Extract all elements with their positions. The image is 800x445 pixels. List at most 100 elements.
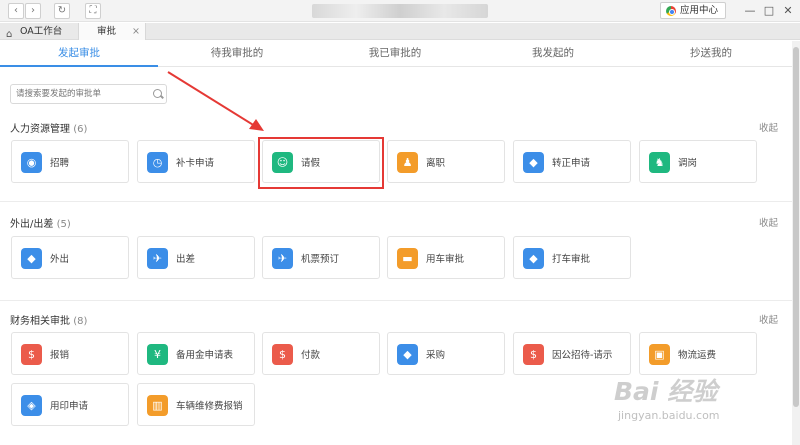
maximize-icon: □ (763, 4, 775, 17)
money-bag-icon: $ (523, 344, 544, 365)
approval-card-label: 离职 (426, 158, 446, 169)
tab-approved-by-me[interactable]: 我已审批的 (316, 41, 474, 67)
approval-card[interactable]: ♞ 调岗 (639, 140, 757, 183)
ticket-icon: ◆ (397, 344, 418, 365)
approval-card-label: 招聘 (50, 158, 70, 169)
approval-card-label: 调岗 (678, 158, 698, 169)
app-center-button[interactable]: 应用中心 (660, 2, 726, 19)
collapse-travel[interactable]: 收起 (759, 215, 778, 229)
approval-card[interactable]: ◷ 补卡申请 (137, 140, 255, 183)
dollar-hand-icon: ¥ (147, 344, 168, 365)
tab-cc-to-me[interactable]: 抄送我的 (632, 41, 790, 67)
blurred-title (312, 4, 488, 18)
fullscreen-button[interactable]: ⛶ (85, 3, 101, 19)
approval-card-label: 用车审批 (426, 254, 465, 265)
approval-card-label: 转正申请 (552, 158, 591, 169)
clock-icon: ◷ (147, 152, 168, 173)
back-button[interactable]: ‹ (8, 3, 24, 19)
section-title-finance: 财务相关审批 (8) (10, 316, 88, 327)
tab-pending-my-approval[interactable]: 待我审批的 (158, 41, 316, 67)
divider (0, 300, 792, 301)
approval-card-label: 机票预订 (301, 254, 340, 265)
forward-button[interactable]: › (25, 3, 41, 19)
baidu-watermark-url: jingyan.baidu.com (618, 409, 720, 422)
approval-card[interactable]: ✈ 出差 (137, 236, 255, 279)
collapse-hr[interactable]: 收起 (759, 120, 778, 134)
divider (0, 201, 792, 202)
approval-card-label: 外出 (50, 254, 70, 265)
back-icon: ‹ (14, 5, 18, 16)
approval-card-label: 用印申请 (50, 401, 89, 412)
approval-card[interactable]: $ 付款 (262, 332, 380, 375)
approval-card[interactable]: ◆ 采购 (387, 332, 505, 375)
approval-card[interactable]: ✈ 机票预订 (262, 236, 380, 279)
tab-label: 审批 (97, 26, 117, 37)
approval-card-label: 车辆维修费报销 (176, 401, 243, 412)
highlight-box (258, 137, 384, 189)
tab-approval[interactable]: 审批 × (78, 23, 146, 40)
scrollbar[interactable] (792, 41, 800, 445)
money-bag-icon: $ (272, 344, 293, 365)
approval-card-label: 备用金申请表 (176, 350, 234, 361)
ticket-icon: ◆ (523, 248, 544, 269)
approval-card[interactable]: ◆ 外出 (11, 236, 129, 279)
money-bag-icon: $ (21, 344, 42, 365)
search-input[interactable] (10, 84, 167, 104)
approval-card-label: 采购 (426, 350, 446, 361)
approval-card[interactable]: ◉ 招聘 (11, 140, 129, 183)
approval-card-label: 报销 (50, 350, 70, 361)
plane-icon: ✈ (147, 248, 168, 269)
app-center-icon (666, 6, 676, 16)
resign-icon: ♟ (397, 152, 418, 173)
approval-tabs: 发起审批 待我审批的 我已审批的 我发起的 抄送我的 (0, 41, 792, 67)
approval-card[interactable]: ¥ 备用金申请表 (137, 332, 255, 375)
approval-card[interactable]: ▣ 物流运费 (639, 332, 757, 375)
recruit-icon: ◉ (21, 152, 42, 173)
tab-label: OA工作台 (20, 26, 63, 37)
approval-card-label: 补卡申请 (176, 158, 215, 169)
tab-initiated-by-me[interactable]: 我发起的 (474, 41, 632, 67)
approval-card[interactable]: ◆ 转正申请 (513, 140, 631, 183)
close-window-button[interactable]: ✕ (781, 3, 795, 18)
approval-card-label: 付款 (301, 350, 321, 361)
plane-icon: ✈ (272, 248, 293, 269)
approval-card[interactable]: ◆ 打车审批 (513, 236, 631, 279)
close-icon: ✕ (783, 4, 793, 17)
section-title-travel: 外出/出差 (5) (10, 219, 71, 230)
approval-card-label: 打车审批 (552, 254, 591, 265)
refresh-button[interactable]: ↻ (54, 3, 70, 19)
scrollbar-thumb[interactable] (793, 47, 799, 407)
approval-card[interactable]: $ 因公招待-请示 (513, 332, 631, 375)
refresh-icon: ↻ (57, 5, 67, 16)
chart-icon: ▥ (147, 395, 168, 416)
app-center-label: 应用中心 (680, 5, 719, 16)
collapse-finance[interactable]: 收起 (759, 312, 778, 326)
minimize-button[interactable]: — (743, 3, 757, 18)
approval-card[interactable]: ♟ 离职 (387, 140, 505, 183)
ticket-icon: ◆ (21, 248, 42, 269)
tab-strip: ⌂ OA工作台 审批 × (0, 23, 800, 40)
browser-toolbar: ‹ › ↻ ⛶ 应用中心 — □ ✕ (0, 0, 800, 22)
fullscreen-icon: ⛶ (89, 5, 97, 16)
car-icon: ▬ (397, 248, 418, 269)
maximize-button[interactable]: □ (762, 3, 776, 18)
section-title-hr: 人力资源管理 (6) (10, 124, 88, 135)
forward-icon: › (31, 5, 35, 16)
transfer-icon: ♞ (649, 152, 670, 173)
close-tab-icon[interactable]: × (132, 23, 140, 40)
approval-card[interactable]: $ 报销 (11, 332, 129, 375)
approval-card[interactable]: ▬ 用车审批 (387, 236, 505, 279)
tab-oa-workbench[interactable]: ⌂ OA工作台 (0, 23, 78, 40)
approval-card-label: 因公招待-请示 (552, 350, 613, 361)
minimize-icon: — (744, 4, 756, 17)
cart-icon: ▣ (649, 344, 670, 365)
approval-card[interactable]: ◈ 用印申请 (11, 383, 129, 426)
approval-card-label: 出差 (176, 254, 196, 265)
baidu-watermark-logo: Bai 经验 (614, 377, 718, 406)
approval-card[interactable]: ▥ 车辆维修费报销 (137, 383, 255, 426)
search-icon[interactable] (153, 89, 162, 98)
ticket-icon: ◆ (523, 152, 544, 173)
tab-initiate-approval[interactable]: 发起审批 (0, 41, 158, 67)
approval-card-label: 物流运费 (678, 350, 717, 361)
shield-icon: ◈ (21, 395, 42, 416)
